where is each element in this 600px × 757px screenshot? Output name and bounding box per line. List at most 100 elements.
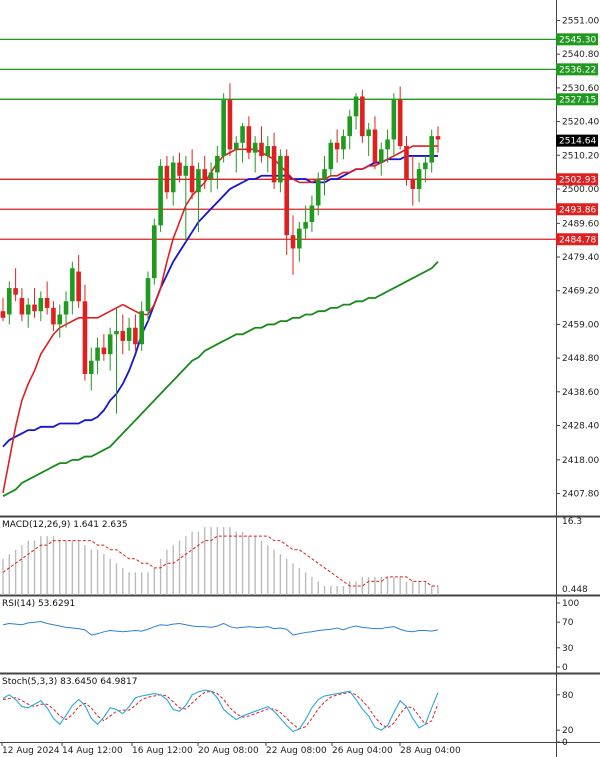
candle-body — [397, 99, 403, 147]
candle-body — [378, 149, 384, 163]
price-tick-label: 2469.20 — [562, 287, 599, 297]
price-tick-label: 2438.60 — [562, 388, 599, 398]
candle-body — [297, 228, 302, 249]
rsi-tick-label: 70 — [562, 618, 574, 628]
candle-body — [95, 347, 100, 361]
price-tick-label: 2540.80 — [562, 50, 599, 60]
candle-body — [114, 331, 119, 335]
candle-body — [259, 142, 264, 156]
level-tag-label: 2527.15 — [559, 95, 596, 105]
stoch-tick-label: 80 — [562, 691, 574, 701]
level-tag-label: 2502.93 — [559, 175, 596, 185]
candle-body — [227, 99, 233, 150]
rsi-tick-label: 0 — [562, 663, 568, 673]
rsi-line — [2, 621, 439, 636]
candle-body — [202, 169, 208, 180]
candle-body — [139, 311, 144, 345]
candle-body — [271, 146, 277, 183]
price-tick-label: 2407.80 — [562, 490, 599, 500]
candle-body — [196, 169, 201, 193]
macd-tick-label: 16.3 — [562, 517, 582, 527]
candle-body — [120, 331, 126, 341]
ma-slow-line — [2, 261, 439, 497]
stoch-k-line — [2, 689, 439, 733]
candle-body — [82, 301, 88, 374]
candle-body — [341, 136, 346, 150]
candle-body — [51, 307, 56, 325]
candle-body — [366, 129, 371, 137]
x-tick-label: 28 Aug 04:00 — [400, 746, 461, 756]
candle-body — [32, 304, 37, 312]
macd-signal-line — [2, 535, 438, 587]
candle-body — [423, 162, 428, 170]
candle-body — [76, 271, 81, 302]
candle-body — [63, 301, 69, 315]
candle-body — [70, 268, 75, 302]
price-tick-label: 2510.20 — [562, 151, 599, 161]
candle-body — [347, 116, 353, 137]
candle-body — [164, 165, 170, 193]
price-tick-label: 2500.00 — [562, 185, 599, 195]
candle-body — [353, 96, 359, 117]
x-tick-label: 14 Aug 12:00 — [62, 746, 123, 756]
candle-body — [252, 142, 258, 153]
candle-body — [189, 165, 195, 193]
candle-body — [170, 162, 176, 193]
candle-body — [265, 146, 271, 156]
level-tag-label: 2545.30 — [559, 35, 596, 45]
candle-body — [385, 139, 390, 150]
candle-body — [183, 165, 189, 176]
x-tick-label: 22 Aug 08:00 — [266, 746, 327, 756]
price-chart[interactable]: 2551.00 2540.80 2530.60 2520.40 2510.20 2500.… — [0, 0, 600, 757]
candle-body — [240, 126, 245, 143]
price-tick-label: 2489.60 — [562, 219, 599, 229]
candle-body — [25, 304, 31, 315]
candle-body — [233, 142, 239, 150]
candle-body — [88, 360, 94, 374]
candle-body — [158, 165, 163, 226]
candle-body — [152, 225, 157, 279]
price-tick-label: 2418.00 — [562, 456, 599, 466]
x-tick-label: 16 Aug 12:00 — [132, 746, 193, 756]
candle-body — [107, 334, 113, 355]
stoch-tick-label: 0 — [562, 738, 568, 748]
level-tag-label: 2493.86 — [559, 205, 596, 215]
x-tick-label: 26 Aug 04:00 — [332, 746, 393, 756]
price-tick-label: 2428.40 — [562, 421, 599, 431]
rsi-title: RSI(14) 53.6291 — [2, 599, 75, 609]
candle-body — [278, 155, 283, 183]
candle-body — [360, 96, 365, 137]
candle-body — [38, 297, 44, 312]
price-tick-label: 2448.80 — [562, 354, 599, 364]
price-tick-label: 2530.60 — [562, 84, 599, 94]
x-tick-label: 20 Aug 08:00 — [198, 746, 259, 756]
candle-body — [126, 327, 132, 341]
candle-body — [0, 311, 6, 318]
stoch-title: Stoch(5,3,3) 83.6450 64.9817 — [2, 677, 137, 687]
rsi-tick-label: 100 — [562, 599, 579, 609]
candle-body — [322, 169, 327, 180]
candle-body — [7, 288, 12, 315]
price-tick-label: 2520.40 — [562, 118, 599, 128]
candle-body — [309, 205, 315, 223]
level-tag-label: 2484.78 — [559, 235, 596, 245]
price-tick-label: 2459.00 — [562, 320, 599, 330]
candle-body — [133, 327, 138, 345]
candle-body — [284, 155, 289, 236]
candle-body — [290, 235, 296, 249]
price-tick-label: 2479.40 — [562, 253, 599, 263]
rsi-tick-label: 30 — [562, 644, 574, 654]
stoch-tick-label: 20 — [562, 726, 574, 736]
macd-title: MACD(12,26,9) 1.641 2.635 — [2, 520, 128, 530]
candle-body — [429, 136, 434, 163]
candle-body — [101, 347, 107, 355]
candle-body — [44, 297, 50, 308]
candle-body — [221, 99, 226, 156]
candle-body — [145, 278, 151, 312]
candle-body — [328, 142, 334, 170]
candle-body — [315, 179, 321, 206]
candle-body — [215, 155, 220, 173]
candle-body — [435, 136, 441, 140]
x-tick-label: 12 Aug 2024 — [2, 746, 60, 756]
candle-body — [372, 129, 378, 163]
